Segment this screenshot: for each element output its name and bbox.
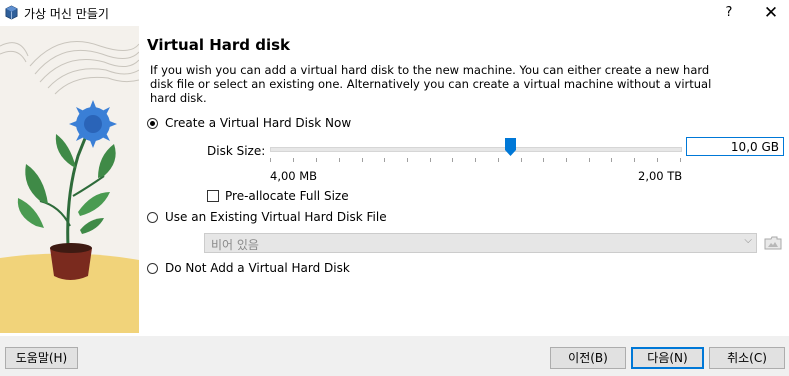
- button-bar: 도움말(H) 이전(B) 다음(N) 취소(C): [0, 336, 789, 376]
- existing-disk-select-value: 비어 있음: [211, 238, 259, 252]
- create-disk-radio[interactable]: [147, 118, 158, 129]
- preallocate-label[interactable]: Pre-allocate Full Size: [225, 189, 349, 203]
- disk-size-slider-track[interactable]: [270, 147, 682, 152]
- next-button[interactable]: 다음(N): [631, 347, 704, 369]
- existing-disk-label[interactable]: Use an Existing Virtual Hard Disk File: [165, 210, 387, 224]
- chevron-down-icon: ⌵: [744, 235, 752, 246]
- existing-disk-radio[interactable]: [147, 212, 158, 223]
- help-button[interactable]: 도움말(H): [5, 347, 78, 369]
- disk-size-label: Disk Size:: [207, 144, 266, 158]
- cancel-button[interactable]: 취소(C): [709, 347, 785, 369]
- page-description: If you wish you can add a virtual hard d…: [150, 63, 712, 105]
- preallocate-checkbox[interactable]: [207, 190, 219, 202]
- close-button[interactable]: ✕: [760, 2, 782, 24]
- back-button[interactable]: 이전(B): [550, 347, 626, 369]
- wizard-illustration: [0, 26, 139, 333]
- page-heading: Virtual Hard disk: [147, 36, 291, 54]
- disk-size-max-label: 2,00 TB: [638, 169, 683, 183]
- create-disk-label[interactable]: Create a Virtual Hard Disk Now: [165, 116, 351, 130]
- folder-browse-icon[interactable]: [764, 235, 782, 251]
- plant-illustration: [0, 26, 139, 333]
- no-disk-label[interactable]: Do Not Add a Virtual Hard Disk: [165, 261, 350, 275]
- wizard-page: Virtual Hard disk If you wish you can ad…: [0, 26, 789, 336]
- existing-disk-select[interactable]: 비어 있음 ⌵: [204, 233, 757, 253]
- disk-size-input[interactable]: 10,0 GB: [686, 137, 784, 156]
- disk-size-min-label: 4,00 MB: [270, 169, 318, 183]
- no-disk-radio[interactable]: [147, 263, 158, 274]
- disk-size-slider-thumb[interactable]: [505, 138, 516, 156]
- virtualbox-app-icon: [5, 5, 18, 20]
- help-title-button[interactable]: ?: [718, 2, 740, 24]
- title-bar: 가상 머신 만들기 ? ✕: [0, 0, 789, 26]
- window-title: 가상 머신 만들기: [24, 7, 109, 21]
